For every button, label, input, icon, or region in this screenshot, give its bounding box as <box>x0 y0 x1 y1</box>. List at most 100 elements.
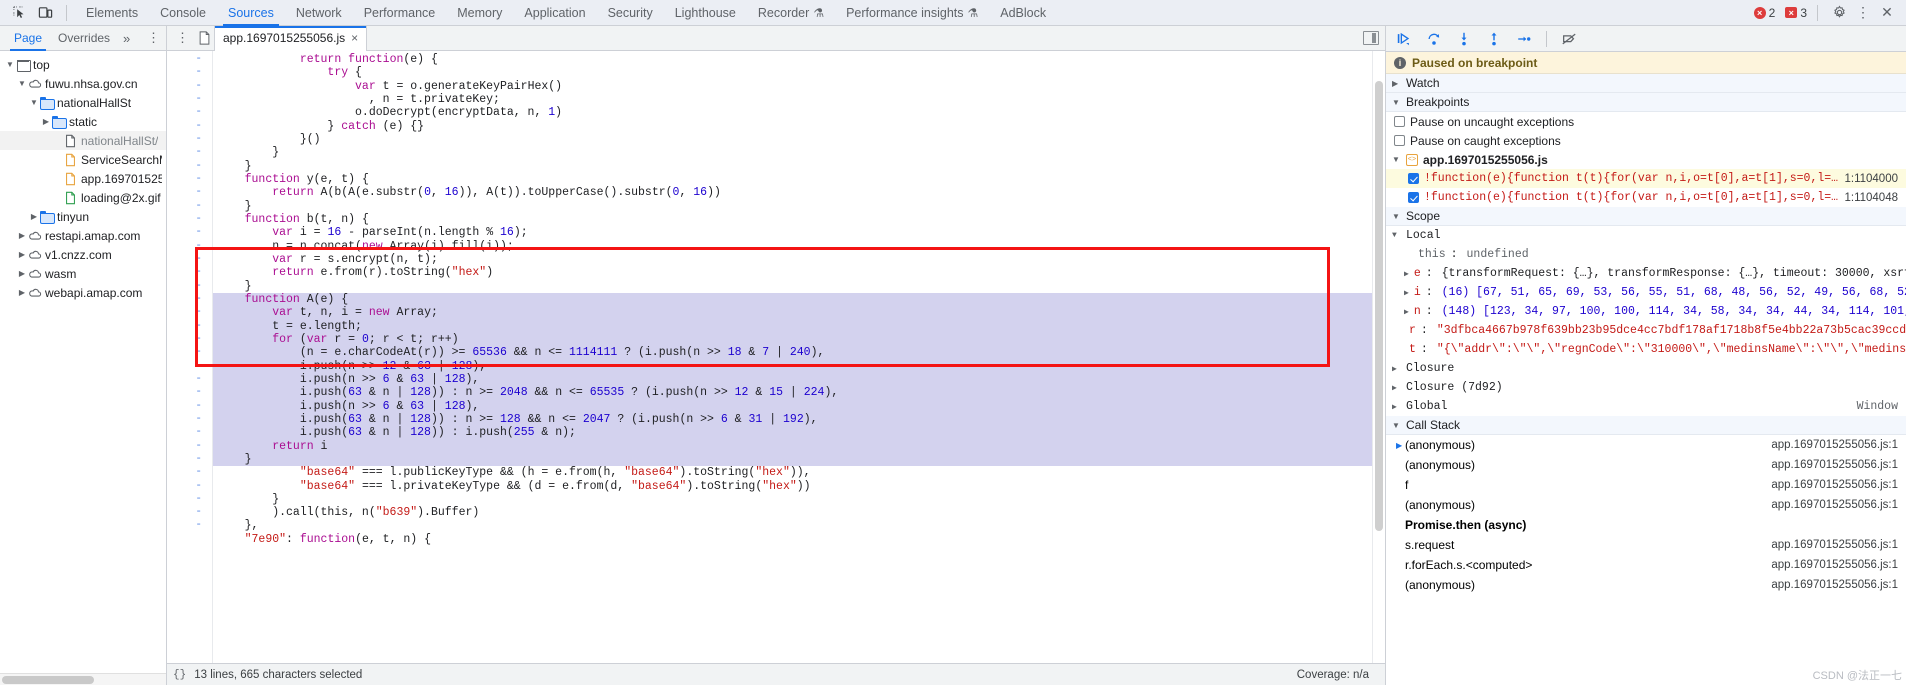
code-line[interactable]: try { <box>213 66 1372 79</box>
gutter-mark[interactable]: - <box>167 453 212 466</box>
chevron-right-icon[interactable]: ▶ <box>16 231 28 240</box>
panel-tab-console[interactable]: Console <box>149 0 217 26</box>
scope-variable[interactable]: ▶ e: {transformRequest: {…}, transformResp… <box>1386 264 1906 283</box>
gear-icon[interactable] <box>1828 2 1850 24</box>
panel-tab-network[interactable]: Network <box>285 0 353 26</box>
gutter-mark[interactable]: - <box>167 173 212 186</box>
code-line[interactable]: var t = o.generateKeyPairHex() <box>213 80 1372 93</box>
chevron-right-icon[interactable]: ▶ <box>1404 269 1409 279</box>
scope-variable[interactable]: this: undefined <box>1386 245 1906 264</box>
code-line[interactable]: "base64" === l.privateKeyType && (d = e.… <box>213 480 1372 493</box>
gutter-mark[interactable]: - <box>167 53 212 66</box>
scrollbar-thumb[interactable] <box>1375 81 1383 531</box>
gutter-mark[interactable]: - <box>167 306 212 319</box>
panel-tab-memory[interactable]: Memory <box>446 0 513 26</box>
gutter-mark[interactable]: - <box>167 253 212 266</box>
file-tree-item[interactable]: ▼ top <box>0 55 166 74</box>
gutter-mark[interactable]: - <box>167 213 212 226</box>
file-tree-item[interactable]: ▶ wasm <box>0 264 166 283</box>
panel-tab-recorder[interactable]: Recorder ⚗ <box>747 0 835 26</box>
code-line[interactable]: o.doDecrypt(encryptData, n, 1) <box>213 106 1372 119</box>
file-tree-item[interactable]: ▶ restapi.amap.com <box>0 226 166 245</box>
chevron-down-icon[interactable]: ▼ <box>28 98 40 107</box>
gutter-mark[interactable]: - <box>167 333 212 346</box>
navigator-horizontal-scrollbar[interactable] <box>0 673 166 685</box>
kebab-menu-icon[interactable]: ⋮ <box>1852 2 1874 24</box>
gutter-mark[interactable]: - <box>167 66 212 79</box>
file-tree-item[interactable]: ▼ fuwu.nhsa.gov.cn <box>0 74 166 93</box>
gutter-mark[interactable]: - <box>167 93 212 106</box>
code-line[interactable]: function A(e) { <box>213 292 1372 307</box>
code-line[interactable]: i.push(63 & n | 128)) : i.push(255 & n); <box>213 426 1372 440</box>
editor-tab-active[interactable]: app.1697015255056.js × <box>214 25 368 51</box>
breakpoint-enabled-checkbox[interactable] <box>1408 173 1419 184</box>
scope-closure[interactable]: ▶ Closure (7d92) <box>1386 378 1906 397</box>
chevron-right-icon[interactable]: ▶ <box>16 269 28 278</box>
call-stack-frame[interactable]: ▶ (anonymous) app.1697015255056.js:1 <box>1386 435 1906 455</box>
code-line[interactable]: (n = e.charCodeAt(r)) >= 65536 && n <= 1… <box>213 346 1372 360</box>
file-tree-item[interactable]: ▶ static <box>0 112 166 131</box>
code-line[interactable]: return e.from(r).toString("hex") <box>213 266 1372 279</box>
gutter-mark[interactable]: - <box>167 386 212 399</box>
gutter-mark[interactable]: - <box>167 466 212 479</box>
gutter-mark[interactable]: - <box>167 493 212 506</box>
gutter-mark[interactable]: - <box>167 160 212 173</box>
gutter-mark[interactable]: - <box>167 506 212 519</box>
panel-tab-elements[interactable]: Elements <box>75 0 149 26</box>
pause-caught-exceptions-row[interactable]: Pause on caught exceptions <box>1386 131 1906 150</box>
close-icon[interactable]: ✕ <box>1876 2 1898 24</box>
scope-variable[interactable]: r: "3dfbca4667b978f639bb23b95dce4cc7bdf17… <box>1386 321 1906 340</box>
code-line[interactable]: function y(e, t) { <box>213 173 1372 186</box>
breakpoint-file-group[interactable]: ▼ <> app.1697015255056.js <box>1386 150 1906 169</box>
file-tree-item[interactable]: loading@2x.gif <box>0 188 166 207</box>
step-into-next-function-call-icon[interactable] <box>1454 29 1474 49</box>
call-stack-frame[interactable]: (anonymous) app.1697015255056.js:1 <box>1386 495 1906 515</box>
chevron-right-icon[interactable]: ▶ <box>1404 307 1409 317</box>
code-line[interactable]: }() <box>213 133 1372 146</box>
chevron-right-icon[interactable]: ▶ <box>1392 402 1401 412</box>
call-stack-frame[interactable]: (anonymous) app.1697015255056.js:1 <box>1386 575 1906 595</box>
chevron-down-icon[interactable]: ▼ <box>16 79 28 88</box>
panel-tab-sources[interactable]: Sources <box>217 0 285 26</box>
gutter-mark[interactable]: - <box>167 226 212 239</box>
panel-tab-application[interactable]: Application <box>513 0 596 26</box>
code-line[interactable]: n = n.concat(new Array(i).fill(i)); <box>213 240 1372 253</box>
breakpoint-item[interactable]: !function(e){function t(t){for(var n,i,o… <box>1386 169 1906 188</box>
gutter-mark[interactable]: - <box>167 266 212 279</box>
call-stack-frame[interactable]: r.forEach.s.<computed> app.1697015255056.… <box>1386 555 1906 575</box>
code-line[interactable]: for (var r = 0; r < t; r++) <box>213 332 1372 347</box>
breakpoint-enabled-checkbox[interactable] <box>1408 192 1419 203</box>
code-line[interactable]: function b(t, n) { <box>213 213 1372 226</box>
call-stack-frame[interactable]: Promise.then (async) <box>1386 515 1906 535</box>
code-line[interactable]: return function(e) { <box>213 53 1372 66</box>
code-content[interactable]: return function(e) { try { var t = o.gen… <box>213 51 1372 663</box>
gutter-mark[interactable]: - <box>167 240 212 253</box>
editor-vertical-scrollbar[interactable] <box>1372 51 1385 663</box>
code-line[interactable]: var i = 16 - parseInt(n.length % 16); <box>213 226 1372 239</box>
device-toolbar-icon[interactable] <box>32 2 58 24</box>
format-braces-icon[interactable]: {} <box>173 669 186 681</box>
gutter-mark[interactable]: - <box>167 400 212 413</box>
file-tree-item[interactable]: ServiceSearchMod <box>0 150 166 169</box>
navigator-tab-page[interactable]: Page <box>6 26 50 51</box>
gutter-mark[interactable]: - <box>167 293 212 306</box>
deactivate-breakpoints-icon[interactable] <box>1559 29 1579 49</box>
code-line[interactable]: "7e90": function(e, t, n) { <box>213 533 1372 546</box>
code-line[interactable]: i.push(n >> 6 & 63 | 128), <box>213 399 1372 413</box>
code-line[interactable]: ).call(this, n("b639").Buffer) <box>213 506 1372 519</box>
gutter-mark[interactable]: - <box>167 120 212 133</box>
more-tabs-icon[interactable]: » <box>118 31 135 46</box>
code-line[interactable]: }, <box>213 519 1372 532</box>
chevron-right-icon[interactable]: ▶ <box>1392 383 1401 393</box>
code-line[interactable]: i.push(63 & n | 128)) : n >= 128 && n <=… <box>213 412 1372 427</box>
code-line[interactable]: return i <box>213 439 1372 453</box>
inspect-element-icon[interactable] <box>6 2 32 24</box>
scope-section-header[interactable]: ▼ Scope <box>1386 207 1906 226</box>
file-tree-item[interactable]: nationalHallSt/ <box>0 131 166 150</box>
gutter-mark[interactable]: - <box>167 186 212 199</box>
close-icon[interactable]: × <box>351 31 358 45</box>
gutter-mark[interactable]: - <box>167 480 212 493</box>
gutter-mark[interactable]: - <box>167 80 212 93</box>
chevron-right-icon[interactable]: ▶ <box>1392 364 1401 374</box>
panel-tab-lighthouse[interactable]: Lighthouse <box>664 0 747 26</box>
